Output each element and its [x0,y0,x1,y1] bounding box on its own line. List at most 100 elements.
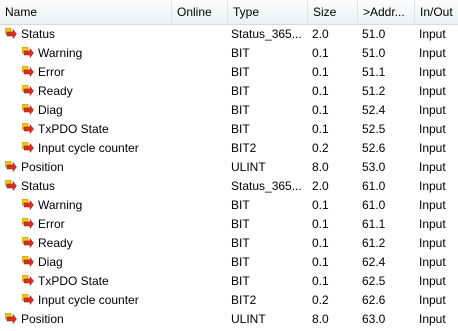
type-cell: BIT [231,236,250,250]
name-cell: Warning [0,44,172,63]
variable-name: Diag [38,255,63,269]
grid-body: Status Status_365... 2.0 51.0 Input Warning BI… [0,25,458,329]
table-row[interactable]: Error BIT 0.1 61.1 Input [0,215,458,234]
address-cell: 52.4 [362,103,386,117]
inout-cell: Input [419,160,446,174]
variable-name: TxPDO State [38,122,109,136]
inout-cell: Input [419,84,446,98]
variable-grid: Name Online Type Size >Addr... In/Out St… [0,0,458,331]
table-row[interactable]: Error BIT 0.1 51.1 Input [0,63,458,82]
type-cell: BIT [231,46,250,60]
type-cell: BIT [231,274,250,288]
address-cell: 62.4 [362,255,386,269]
online-cell [176,63,228,82]
type-cell: BIT2 [231,141,257,155]
table-row[interactable]: Warning BIT 0.1 51.0 Input [0,44,458,63]
size-cell: 0.1 [312,122,329,136]
table-row[interactable]: Ready BIT 0.1 51.2 Input [0,82,458,101]
name-cell: Error [0,63,172,82]
column-header-name[interactable]: Name [0,0,172,24]
table-row[interactable]: Input cycle counter BIT2 0.2 52.6 Input [0,139,458,158]
online-cell [176,139,228,158]
column-header-address[interactable]: >Addr... [358,0,415,24]
column-header-size[interactable]: Size [308,0,358,24]
type-cell: BIT [231,103,250,117]
input-variable-icon [22,142,34,154]
column-header-type[interactable]: Type [228,0,308,24]
variable-name: Status [21,179,56,193]
size-cell: 8.0 [312,312,329,326]
online-cell [176,234,228,253]
online-cell [176,215,228,234]
name-cell: Input cycle counter [0,291,172,310]
name-cell: Diag [0,253,172,272]
table-row[interactable]: Diag BIT 0.1 52.4 Input [0,101,458,120]
input-variable-icon [22,104,34,116]
online-cell [176,177,228,196]
table-row[interactable]: Status Status_365... 2.0 61.0 Input [0,177,458,196]
input-variable-icon [22,123,34,135]
size-cell: 0.1 [312,65,329,79]
inout-cell: Input [419,255,446,269]
table-row[interactable]: Input cycle counter BIT2 0.2 62.6 Input [0,291,458,310]
size-cell: 8.0 [312,160,329,174]
size-cell: 2.0 [312,27,329,41]
input-variable-icon [5,180,17,192]
type-cell: ULINT [231,160,266,174]
variable-name: Position [21,160,64,174]
inout-cell: Input [419,274,446,288]
address-cell: 62.6 [362,293,386,307]
name-cell: TxPDO State [0,272,172,291]
online-cell [176,310,228,329]
table-row[interactable]: TxPDO State BIT 0.1 62.5 Input [0,272,458,291]
size-cell: 0.1 [312,84,329,98]
variable-name: Diag [38,103,63,117]
table-row[interactable]: Ready BIT 0.1 61.2 Input [0,234,458,253]
size-cell: 0.2 [312,293,329,307]
variable-name: Input cycle counter [38,293,139,307]
inout-cell: Input [419,179,446,193]
name-cell: Ready [0,82,172,101]
table-row[interactable]: Status Status_365... 2.0 51.0 Input [0,25,458,44]
type-cell: BIT [231,255,250,269]
type-cell: BIT [231,84,250,98]
address-cell: 51.1 [362,65,386,79]
online-cell [176,25,228,44]
table-row[interactable]: TxPDO State BIT 0.1 52.5 Input [0,120,458,139]
table-row[interactable]: Position ULINT 8.0 63.0 Input [0,310,458,329]
address-cell: 51.0 [362,27,386,41]
name-cell: Ready [0,234,172,253]
variable-name: Status [21,27,56,41]
type-cell: BIT2 [231,293,257,307]
online-cell [176,253,228,272]
size-cell: 0.1 [312,46,329,60]
type-cell: ULINT [231,312,266,326]
column-header-inout[interactable]: In/Out [415,0,458,24]
table-row[interactable]: Diag BIT 0.1 62.4 Input [0,253,458,272]
type-cell: BIT [231,217,250,231]
name-cell: Input cycle counter [0,139,172,158]
input-variable-icon [22,237,34,249]
online-cell [176,120,228,139]
table-row[interactable]: Warning BIT 0.1 61.0 Input [0,196,458,215]
online-cell [176,82,228,101]
inout-cell: Input [419,217,446,231]
name-cell: Position [0,158,172,177]
variable-name: Warning [38,198,83,212]
input-variable-icon [22,218,34,230]
name-cell: Status [0,177,172,196]
table-row[interactable]: Position ULINT 8.0 53.0 Input [0,158,458,177]
address-cell: 61.1 [362,217,386,231]
variable-name: Error [38,65,65,79]
variable-name: Position [21,312,64,326]
grid-header: Name Online Type Size >Addr... In/Out [0,0,458,25]
column-header-online[interactable]: Online [172,0,228,24]
variable-name: Input cycle counter [38,141,139,155]
inout-cell: Input [419,122,446,136]
input-variable-icon [22,47,34,59]
name-cell: Diag [0,101,172,120]
size-cell: 0.1 [312,274,329,288]
name-cell: Error [0,215,172,234]
online-cell [176,291,228,310]
input-variable-icon [22,294,34,306]
